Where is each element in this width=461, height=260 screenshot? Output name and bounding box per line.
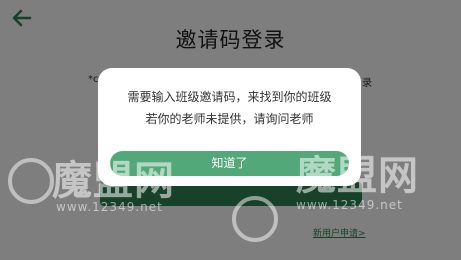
info-dialog: 需要输入班级邀请码，来找到你的班级 若你的老师未提供，请询问老师 知道了 xyxy=(98,68,361,186)
dialog-message-line2: 若你的老师未提供，请询问老师 xyxy=(145,112,314,126)
got-it-button[interactable]: 知道了 xyxy=(110,151,349,176)
dialog-message-line1: 需要输入班级邀请码，来找到你的班级 xyxy=(127,90,332,104)
